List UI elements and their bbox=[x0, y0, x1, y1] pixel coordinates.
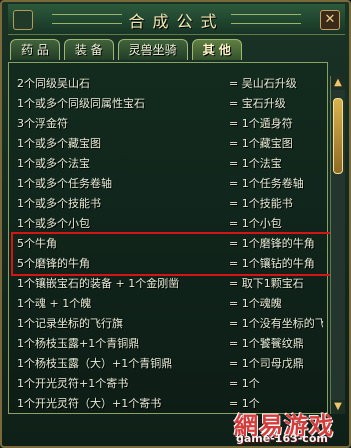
formula-input: 3个浮金符 bbox=[17, 117, 68, 130]
formula-row[interactable]: 1个或多个小包 = 1个小包 bbox=[17, 213, 323, 233]
close-button[interactable]: ✕ bbox=[320, 10, 340, 30]
formula-input: 1个或多个任务卷轴 bbox=[17, 177, 112, 190]
formula-output: = 1个 bbox=[229, 397, 260, 410]
formula-output: = 1个小包 bbox=[229, 217, 282, 230]
formula-list: 2个同级吴山石 = 吴山石升级 1个或多个同级同属性宝石 = 宝石升级 3个浮金符 =… bbox=[17, 73, 323, 413]
scroll-up-icon[interactable]: ▲ bbox=[331, 76, 345, 90]
scroll-down-icon[interactable]: ▼ bbox=[331, 400, 345, 414]
tab-other[interactable]: 其 他 bbox=[191, 39, 242, 60]
formula-input: 1个或多个同级同属性宝石 bbox=[17, 97, 145, 110]
formula-input: 1个或多个藏宝图 bbox=[17, 137, 101, 150]
formula-row[interactable]: 1个开光灵符+1个寄书 = 1个 bbox=[17, 373, 323, 393]
watermark-url: game-163-com bbox=[236, 432, 328, 445]
formula-output: = 1个没有坐标的飞 bbox=[229, 317, 323, 330]
formula-output: = 1个司母戊鼎 bbox=[229, 357, 304, 370]
title-decoration-right bbox=[231, 14, 301, 24]
formula-output: = 1个磨锋的牛角 bbox=[229, 237, 315, 250]
formula-output: = 1个任务卷轴 bbox=[229, 177, 304, 190]
tab-bar: 药 品 装 备 灵兽坐骑 其 他 bbox=[10, 39, 242, 61]
formula-row[interactable]: 2个同级吴山石 = 吴山石升级 bbox=[17, 73, 323, 93]
window: 合成公式 ✕ 药 品 装 备 灵兽坐骑 其 他 2个同级吴山石 = 吴山石升级 1… bbox=[0, 0, 351, 448]
formula-input: 2个同级吴山石 bbox=[17, 77, 90, 90]
formula-output: = 1个技能书 bbox=[229, 197, 293, 210]
formula-row[interactable]: 1个杨枝玉露（大）+1个青铜鼎 = 1个司母戊鼎 bbox=[17, 353, 323, 373]
formula-row[interactable]: 1个或多个任务卷轴 = 1个任务卷轴 bbox=[17, 173, 323, 193]
formula-output: = 取下1颗宝石 bbox=[229, 277, 304, 290]
formula-output: = 1个镶钻的牛角 bbox=[229, 257, 315, 270]
tab-pets-mounts[interactable]: 灵兽坐骑 bbox=[117, 39, 188, 60]
formula-output: = 吴山石升级 bbox=[229, 77, 297, 90]
formula-output: = 1个魂魄 bbox=[229, 297, 282, 310]
formula-output: = 1个 bbox=[229, 377, 260, 390]
formula-input: 1个或多个技能书 bbox=[17, 197, 101, 210]
formula-input: 1个魂 + 1个魄 bbox=[17, 297, 92, 310]
formula-output: = 1个饕餮纹鼎 bbox=[229, 337, 304, 350]
formula-output: = 宝石升级 bbox=[229, 97, 286, 110]
formula-row[interactable]: 3个浮金符 = 1个遁身符 bbox=[17, 113, 323, 133]
formula-row[interactable]: 1个或多个藏宝图 = 1个藏宝图 bbox=[17, 133, 323, 153]
formula-output: = 1个遁身符 bbox=[229, 117, 293, 130]
formula-output: = 1个法宝 bbox=[229, 157, 282, 170]
formula-row[interactable]: 1个或多个技能书 = 1个技能书 bbox=[17, 193, 323, 213]
formula-input: 5个牛角 bbox=[17, 237, 57, 250]
formula-input: 1个开光灵符+1个寄书 bbox=[17, 377, 129, 390]
tab-medicine[interactable]: 药 品 bbox=[10, 39, 60, 60]
tab-equipment[interactable]: 装 备 bbox=[63, 39, 114, 60]
formula-row[interactable]: 5个磨锋的牛角 = 1个镶钻的牛角 bbox=[17, 253, 323, 273]
formula-row[interactable]: 1个开光灵符（大）+1个寄书 = 1个 bbox=[17, 393, 323, 413]
scroll-thumb[interactable] bbox=[333, 98, 343, 174]
titlebar: 合成公式 ✕ bbox=[8, 4, 345, 35]
formula-row[interactable]: 1个杨枝玉露+1个青铜鼎 = 1个饕餮纹鼎 bbox=[17, 333, 323, 353]
formula-input: 1个或多个法宝 bbox=[17, 157, 90, 170]
formula-panel: 2个同级吴山石 = 吴山石升级 1个或多个同级同属性宝石 = 宝石升级 3个浮金符 =… bbox=[8, 62, 328, 414]
formula-input: 1个杨枝玉露（大）+1个青铜鼎 bbox=[17, 357, 173, 370]
formula-input: 1个或多个小包 bbox=[17, 217, 90, 230]
formula-row[interactable]: 1个或多个法宝 = 1个法宝 bbox=[17, 153, 323, 173]
formula-input: 1个杨枝玉露+1个青铜鼎 bbox=[17, 337, 140, 350]
formula-row[interactable]: 1个或多个同级同属性宝石 = 宝石升级 bbox=[17, 93, 323, 113]
formula-output: = 1个藏宝图 bbox=[229, 137, 293, 150]
formula-input: 1个记录坐标的飞行旗 bbox=[17, 317, 123, 330]
formula-row[interactable]: 1个记录坐标的飞行旗 = 1个没有坐标的飞 bbox=[17, 313, 323, 333]
formula-input: 1个开光灵符（大）+1个寄书 bbox=[17, 397, 162, 410]
scrollbar[interactable]: ▲ ▼ bbox=[330, 76, 345, 414]
formula-input: 5个磨锋的牛角 bbox=[17, 257, 90, 270]
formula-row[interactable]: 5个牛角 = 1个磨锋的牛角 bbox=[17, 233, 323, 253]
formula-row[interactable]: 1个魂 + 1个魄 = 1个魂魄 bbox=[17, 293, 323, 313]
formula-input: 1个镶嵌宝石的装备 + 1个金刚凿 bbox=[17, 277, 180, 290]
formula-row[interactable]: 1个镶嵌宝石的装备 + 1个金刚凿 = 取下1颗宝石 bbox=[17, 273, 323, 293]
